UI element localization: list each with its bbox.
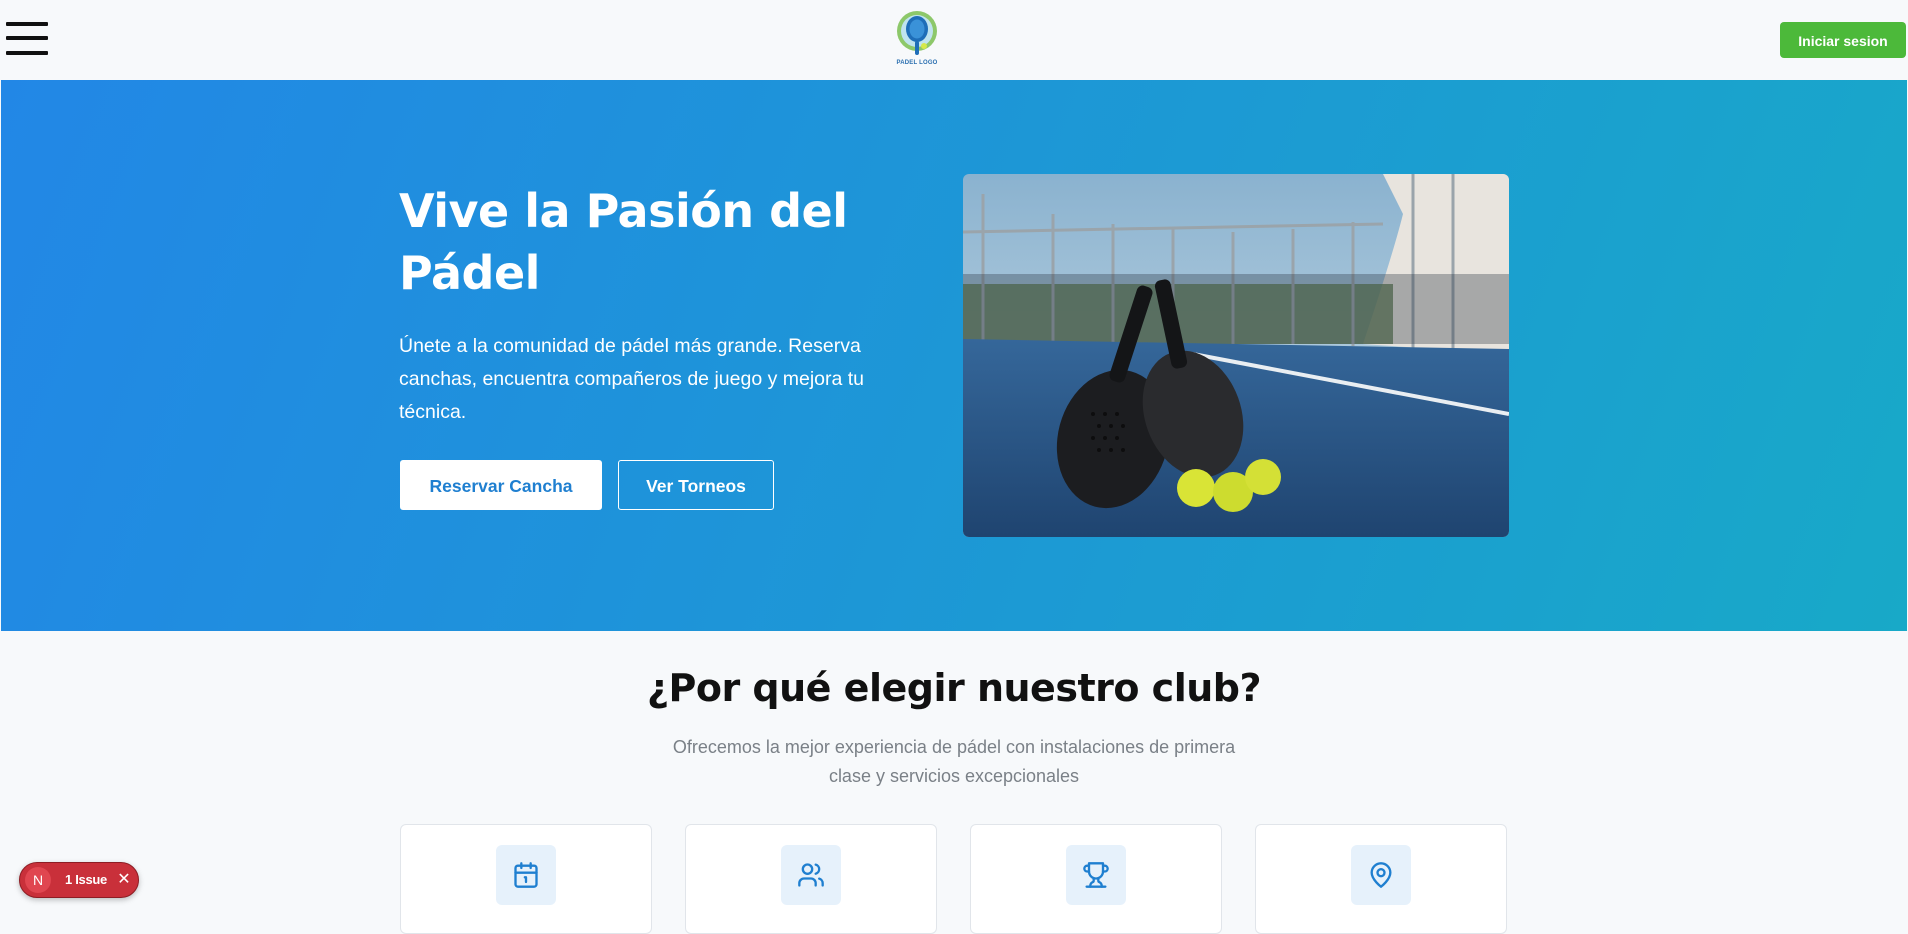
site-header: PADEL LOGO Iniciar sesion	[0, 0, 1908, 80]
nextjs-logo-icon: N	[25, 867, 51, 893]
padel-rackets-photo	[963, 174, 1509, 537]
feature-card-tournaments	[970, 824, 1222, 934]
login-button[interactable]: Iniciar sesion	[1780, 22, 1906, 58]
feature-card-booking	[400, 824, 652, 934]
calendar-icon	[496, 845, 556, 905]
features-title: ¿Por qué elegir nuestro club?	[646, 666, 1262, 710]
feature-card-location	[1255, 824, 1507, 934]
padel-racket-icon	[897, 11, 937, 55]
dev-issues-badge[interactable]: N 1 Issue ✕	[19, 862, 139, 898]
logo-text: PADEL LOGO	[896, 60, 938, 66]
close-icon[interactable]: ✕	[116, 863, 132, 897]
hero-description: Únete a la comunidad de pádel más grande…	[399, 335, 865, 423]
padel-logo[interactable]: PADEL LOGO	[890, 8, 944, 72]
users-icon	[781, 845, 841, 905]
reserve-court-button[interactable]: Reservar Cancha	[400, 460, 602, 510]
map-pin-icon	[1351, 845, 1411, 905]
trophy-icon	[1066, 845, 1126, 905]
features-subtitle: Ofrecemos la mejor experiencia de pádel …	[672, 737, 1236, 786]
hamburger-menu-icon[interactable]	[6, 20, 48, 58]
hero-section: Vive la Pasión del Pádel Únete a la comu…	[1, 80, 1907, 631]
issue-count-label[interactable]: 1 Issue	[65, 863, 107, 897]
view-tournaments-button[interactable]: Ver Torneos	[618, 460, 774, 510]
hero-title: Vive la Pasión del Pádel	[399, 184, 848, 300]
feature-card-community	[685, 824, 937, 934]
